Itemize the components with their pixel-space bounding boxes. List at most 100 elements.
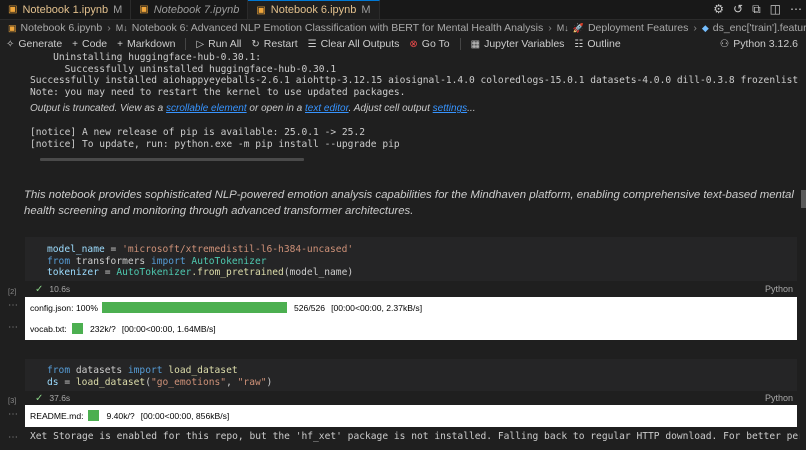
tab-notebook-6[interactable]: ▣ Notebook 6.ipynb M xyxy=(248,0,380,19)
token: from xyxy=(47,255,71,267)
tab-label: Notebook 7.ipynb xyxy=(153,3,240,16)
check-icon: ✓ xyxy=(35,392,44,404)
run-all-label: Run All xyxy=(208,38,242,50)
output-actions-icon[interactable]: ⋯ xyxy=(8,409,18,420)
gear-icon[interactable]: ⚙ xyxy=(713,2,724,17)
go-to-button[interactable]: ⊗ Go To xyxy=(409,38,449,50)
progress-row-vocab: vocab.txt: 232k/? [00:00<00:00, 1.64MB/s… xyxy=(30,323,216,334)
generate-button[interactable]: ✧ Generate xyxy=(6,38,62,50)
execution-count: [2] xyxy=(8,287,17,296)
progress-track xyxy=(101,302,287,313)
modified-indicator: M xyxy=(113,3,123,16)
go-to-label: Go To xyxy=(421,38,450,50)
token: AutoTokenizer xyxy=(185,255,267,267)
text-editor-link[interactable]: text editor xyxy=(305,103,349,114)
output-actions-icon[interactable]: ⋯ xyxy=(8,300,18,311)
token: (model_name) xyxy=(283,267,354,278)
rocket-icon: 🚀 xyxy=(572,22,584,33)
output-line: [notice] A new release of pip is availab… xyxy=(30,127,366,138)
output-actions-icon[interactable]: ⋯ xyxy=(8,322,18,333)
tab-notebook-7[interactable]: ▣ Notebook 7.ipynb xyxy=(131,0,249,19)
breadcrumb-heading[interactable]: Notebook 6: Advanced NLP Emotion Classif… xyxy=(132,22,543,34)
token: tokenizer xyxy=(47,267,99,278)
cell-language[interactable]: Python xyxy=(765,393,793,403)
progress-meta: [00:00<00:00, 856kB/s] xyxy=(140,410,230,421)
split-editor-icon[interactable]: ◫ xyxy=(770,2,781,17)
tab-label: Notebook 1.ipynb xyxy=(22,3,109,16)
output-line: Note: you may need to restart the kernel… xyxy=(30,86,406,98)
tab-notebook-1[interactable]: ▣ Notebook 1.ipynb M xyxy=(0,0,132,19)
run-all-button[interactable]: ▷ Run All xyxy=(196,38,241,50)
check-icon: ✓ xyxy=(35,283,44,295)
cell-status-bar: ✓ 10.6s Python xyxy=(25,282,797,296)
restart-icon: ↻ xyxy=(251,38,260,50)
code-line: ds = load_dataset("go_emotions", "raw") xyxy=(25,377,797,389)
breadcrumb-symbol[interactable]: ds_enc['train'].features xyxy=(713,22,806,34)
progress-row-config: config.json: 100% 526/526 [00:00<00:00, … xyxy=(30,302,422,313)
token: import xyxy=(150,255,186,267)
markdown-cell[interactable]: This notebook provides sophisticated NLP… xyxy=(24,187,794,219)
add-code-label: Code xyxy=(82,38,108,50)
token: .from_pretrained xyxy=(191,267,284,278)
outline-button[interactable]: ☷ Outline xyxy=(574,38,620,50)
clear-icon: ☰ xyxy=(307,38,317,50)
editor-actions: ⚙ ↺ ⧉ ◫ ⋯ xyxy=(713,2,802,17)
add-code-button[interactable]: + Code xyxy=(72,38,107,50)
progress-label: README.md: xyxy=(30,410,84,421)
notice-text: . Adjust cell output xyxy=(348,103,433,114)
breadcrumb-section[interactable]: Deployment Features xyxy=(588,22,688,34)
token: = xyxy=(58,376,76,388)
notebook-toolbar: ✧ Generate + Code + Markdown ▷ Run All ↻… xyxy=(0,36,806,52)
cell-status-bar: ✓ 37.6s Python xyxy=(25,391,797,405)
code-cell-load-dataset[interactable]: from datasets import load_dataset ds = l… xyxy=(25,359,797,391)
token: , xyxy=(226,376,238,388)
token: import xyxy=(127,365,163,376)
plus-icon: + xyxy=(117,38,123,50)
scrollable-element-link[interactable]: scrollable element xyxy=(166,103,247,114)
output-horizontal-scrollbar[interactable] xyxy=(40,158,304,161)
token: "go_emotions" xyxy=(150,376,227,388)
progress-bar-fill xyxy=(101,302,287,313)
execution-count: [3] xyxy=(8,396,17,405)
add-markdown-button[interactable]: + Markdown xyxy=(117,38,175,50)
settings-link[interactable]: settings xyxy=(433,103,467,114)
generate-label: Generate xyxy=(18,38,63,50)
variables-button[interactable]: ▦ Jupyter Variables xyxy=(471,38,565,50)
code-line: from datasets import load_dataset xyxy=(25,365,797,377)
notebook-icon: ▣ xyxy=(256,4,266,16)
kernel-picker[interactable]: ⚇ Python 3.12.6 xyxy=(720,36,798,52)
code-line: from transformers import AutoTokenizer xyxy=(25,256,797,268)
progress-label: vocab.txt: xyxy=(30,323,67,334)
progress-percent: 100% xyxy=(76,302,98,313)
clear-outputs-button[interactable]: ☰ Clear All Outputs xyxy=(308,38,400,50)
code-line: model_name = 'microsoft/xtremedistil-l6-… xyxy=(25,244,797,256)
output-line: Xet Storage is enabled for this repo, bu… xyxy=(30,431,800,442)
error-circle-icon: ⊗ xyxy=(409,38,418,50)
token: AutoTokenizer xyxy=(116,267,192,278)
more-icon[interactable]: ⋯ xyxy=(790,2,802,17)
token: transformers xyxy=(70,255,151,267)
run-all-icon: ▷ xyxy=(196,38,205,50)
chevron-right-icon: › xyxy=(548,22,552,34)
history-icon[interactable]: ↺ xyxy=(733,2,743,17)
pip-notice: [notice] A new release of pip is availab… xyxy=(30,127,400,150)
cell-language[interactable]: Python xyxy=(765,284,793,294)
kernel-label: Python 3.12.6 xyxy=(733,38,798,50)
progress-meta: [00:00<00:00, 1.64MB/s] xyxy=(121,323,216,334)
editor-tab-bar: ▣ Notebook 1.ipynb M ▣ Notebook 7.ipynb … xyxy=(0,0,806,20)
output-actions-icon[interactable]: ⋯ xyxy=(8,432,18,443)
restart-button[interactable]: ↻ Restart xyxy=(251,38,297,50)
token: datasets xyxy=(70,365,128,376)
toolbar-divider xyxy=(185,38,187,50)
code-cell-tokenizer[interactable]: model_name = 'microsoft/xtremedistil-l6-… xyxy=(25,237,797,281)
variables-label: Jupyter Variables xyxy=(484,38,565,50)
download-progress-output: README.md: 9.40k/? [00:00<00:00, 856kB/s… xyxy=(25,405,797,427)
compare-icon[interactable]: ⧉ xyxy=(752,2,761,17)
toolbar-divider xyxy=(459,38,461,50)
progress-meta: [00:00<00:00, 2.37kB/s] xyxy=(331,302,423,313)
notice-text: or open in a xyxy=(246,103,305,114)
token: from xyxy=(47,365,71,376)
clear-outputs-label: Clear All Outputs xyxy=(320,38,400,50)
editor-vertical-scrollbar[interactable] xyxy=(801,190,806,208)
breadcrumb-notebook[interactable]: Notebook 6.ipynb xyxy=(21,22,103,34)
